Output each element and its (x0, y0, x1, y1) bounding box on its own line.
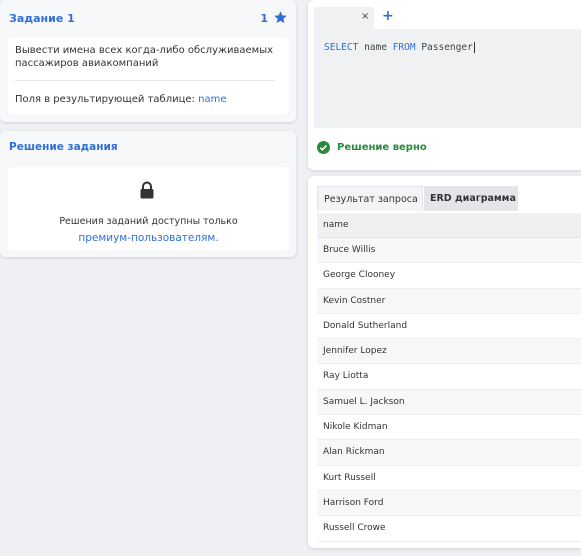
check-circle-icon (317, 141, 330, 154)
solution-body: Решения заданий доступны только премиум-… (8, 167, 289, 250)
code-keyword: FROM (392, 42, 416, 53)
table-row: Kurt Russell (317, 465, 581, 491)
editor-card: × + SELECT name FROM Passenger Решение в… (308, 0, 581, 170)
task-body: Вывести имена всех когда-либо обслуживае… (8, 38, 289, 114)
code-identifier: Passenger (421, 42, 473, 53)
task-header: Задание 1 1 (9, 10, 288, 26)
table-row: Donald Sutherland (317, 313, 581, 340)
table-row: Harrison Ford (317, 490, 581, 517)
results-table: name Bruce Willis George Clooney Kevin C… (317, 213, 581, 542)
column-header-name[interactable]: name (317, 213, 581, 238)
task-card: Задание 1 1 Вывести имена всех когда-либ… (0, 0, 296, 122)
results-card: Результат запроса ERD диаграмма name Bru… (308, 176, 581, 548)
table-body: Bruce Willis George Clooney Kevin Costne… (317, 238, 581, 542)
code-line: SELECT name FROM Passenger (324, 42, 475, 53)
solution-title: Решение задания (9, 141, 118, 153)
task-description: Вывести имена всех когда-либо обслуживае… (15, 45, 274, 69)
table-row: Samuel L. Jackson (317, 389, 581, 416)
table-row: Kevin Costner (317, 288, 581, 314)
premium-notice: Решения заданий доступны только премиум-… (8, 213, 289, 247)
table-row: Bruce Willis (317, 238, 581, 264)
premium-link[interactable]: премиум-пользователям. (78, 232, 218, 244)
table-row: Jennifer Lopez (317, 339, 581, 365)
code-keyword: SELECT (324, 42, 359, 53)
table-row: Nikole Kidman (317, 415, 581, 441)
table-row: George Clooney (317, 263, 581, 289)
lock-icon (140, 181, 154, 199)
solution-card: Решение задания Решения заданий доступны… (0, 131, 296, 257)
editor-tab[interactable]: × (314, 7, 374, 29)
close-icon[interactable]: × (361, 11, 369, 22)
tab-query-result[interactable]: Результат запроса (317, 186, 423, 211)
code-identifier: name (364, 42, 387, 53)
task-result-fields: Поля в результирующей таблице: name (15, 94, 226, 105)
task-title[interactable]: Задание 1 (9, 12, 75, 25)
divider (15, 80, 275, 81)
status-text: Решение верно (337, 142, 427, 153)
tab-erd-diagram[interactable]: ERD диаграмма (424, 186, 518, 211)
add-tab-button[interactable]: + (382, 8, 394, 24)
table-row: Russell Crowe (317, 516, 581, 542)
table-row: Alan Rickman (317, 440, 581, 466)
premium-text: Решения заданий доступны только (59, 216, 238, 227)
results-tabs: Результат запроса ERD диаграмма (317, 186, 581, 211)
editor-tabbar: × + (314, 7, 581, 29)
sql-editor[interactable]: SELECT name FROM Passenger (314, 29, 581, 128)
fields-value: name (198, 94, 227, 105)
table-row: Ray Liotta (317, 364, 581, 390)
text-caret (473, 42, 475, 53)
task-favorite-count: 1 (260, 12, 268, 25)
star-icon[interactable] (273, 10, 288, 25)
fields-label: Поля в результирующей таблице: (15, 94, 195, 105)
